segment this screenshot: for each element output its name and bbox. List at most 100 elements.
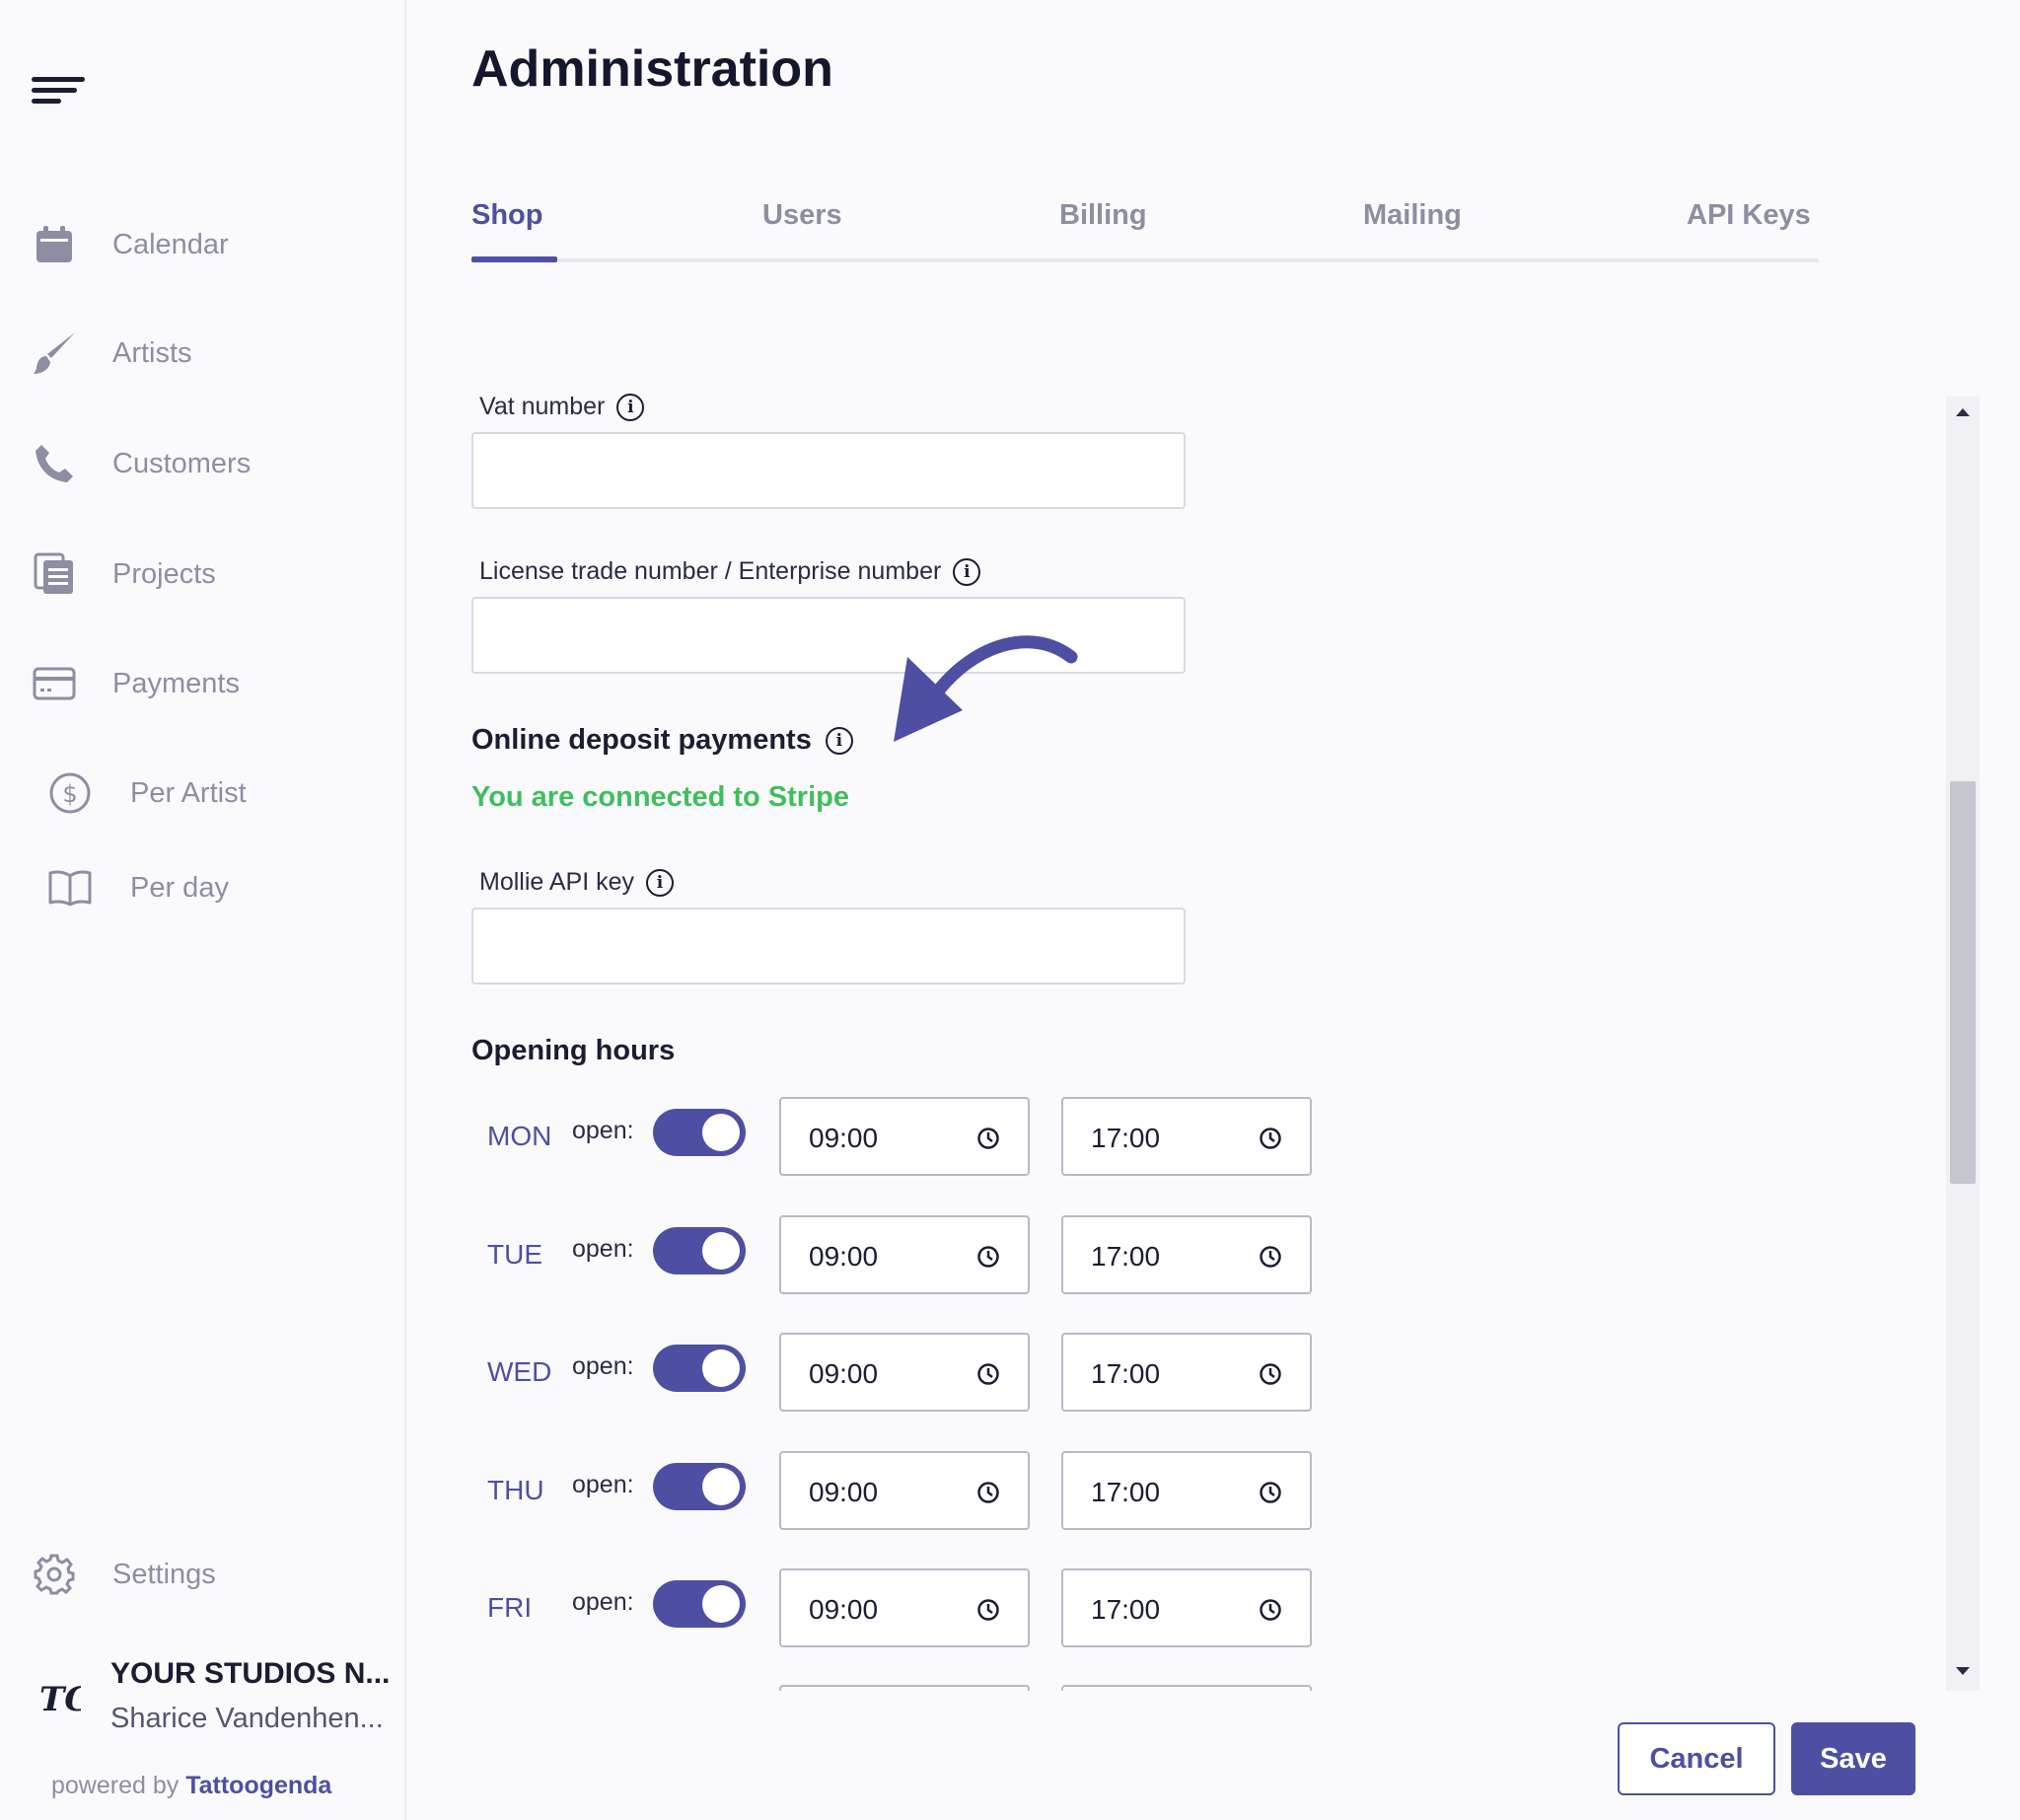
start-time-input[interactable]: 09:00 bbox=[779, 1451, 1030, 1530]
sidebar-item-label: Calendar bbox=[112, 228, 229, 260]
powered-by-brand[interactable]: Tattoogenda bbox=[185, 1772, 331, 1799]
open-toggle[interactable] bbox=[653, 1109, 746, 1156]
end-time-value: 17:00 bbox=[1091, 1594, 1161, 1625]
powered-by-prefix: powered by bbox=[51, 1772, 180, 1799]
open-toggle[interactable] bbox=[653, 1227, 746, 1274]
start-time-value: 09:00 bbox=[809, 1241, 879, 1272]
page-title: Administration bbox=[471, 40, 833, 98]
time-input-clipped bbox=[779, 1685, 1030, 1691]
sidebar-item-label: Artists bbox=[112, 336, 192, 369]
sidebar-item-per-artist[interactable]: $ Per Artist bbox=[47, 764, 247, 823]
sidebar-item-label: Customers bbox=[112, 447, 252, 479]
clock-icon[interactable] bbox=[1259, 1245, 1282, 1269]
tab-mailing[interactable]: Mailing bbox=[1363, 199, 1462, 232]
day-label: THU bbox=[487, 1475, 544, 1505]
tab-bar: Shop Users Billing Mailing API Keys bbox=[471, 187, 1819, 262]
clock-icon[interactable] bbox=[976, 1245, 1000, 1269]
stripe-status: You are connected to Stripe bbox=[471, 781, 849, 813]
scroll-up-arrow-icon[interactable] bbox=[1955, 406, 1971, 418]
open-toggle[interactable] bbox=[653, 1463, 746, 1510]
arrow-annotation-icon bbox=[894, 635, 1078, 742]
clock-icon[interactable] bbox=[1259, 1127, 1282, 1150]
sidebar-item-settings[interactable]: Settings bbox=[32, 1545, 216, 1604]
hamburger-menu-icon[interactable] bbox=[32, 77, 85, 107]
info-icon[interactable]: i bbox=[953, 557, 981, 586]
day-label: WED bbox=[487, 1356, 552, 1387]
phone-icon bbox=[32, 441, 77, 486]
clock-icon[interactable] bbox=[1259, 1598, 1282, 1622]
end-time-input[interactable]: 17:00 bbox=[1061, 1451, 1312, 1530]
mollie-api-key-label: Mollie API key i bbox=[479, 868, 675, 897]
day-label: FRI bbox=[487, 1592, 533, 1623]
end-time-value: 17:00 bbox=[1091, 1477, 1161, 1507]
end-time-value: 17:00 bbox=[1091, 1358, 1161, 1389]
info-icon[interactable]: i bbox=[616, 393, 645, 421]
sidebar-item-artists[interactable]: Artists bbox=[32, 324, 192, 383]
sidebar-item-label: Payments bbox=[112, 667, 240, 699]
mollie-api-key-input[interactable] bbox=[471, 908, 1186, 984]
end-time-input[interactable]: 17:00 bbox=[1061, 1568, 1312, 1647]
start-time-input[interactable]: 09:00 bbox=[779, 1333, 1030, 1412]
sidebar-item-label: Per Artist bbox=[130, 776, 247, 809]
scroll-down-arrow-icon[interactable] bbox=[1955, 1665, 1971, 1677]
open-toggle[interactable] bbox=[653, 1345, 746, 1392]
start-time-value: 09:00 bbox=[809, 1477, 879, 1507]
end-time-input[interactable]: 17:00 bbox=[1061, 1097, 1312, 1176]
open-label: open: bbox=[572, 1352, 634, 1380]
deposit-payments-title-text: Online deposit payments bbox=[471, 724, 812, 756]
hours-row-thu: THU open: 09:00 17:00 bbox=[471, 1451, 1320, 1530]
brush-icon bbox=[32, 330, 77, 376]
sidebar-item-per-day[interactable]: Per day bbox=[47, 858, 229, 917]
clock-icon[interactable] bbox=[976, 1362, 1000, 1386]
end-time-input[interactable]: 17:00 bbox=[1061, 1215, 1312, 1294]
dollar-circle-icon: $ bbox=[47, 770, 93, 816]
save-button[interactable]: Save bbox=[1791, 1722, 1915, 1795]
end-time-value: 17:00 bbox=[1091, 1241, 1161, 1272]
start-time-input[interactable]: 09:00 bbox=[779, 1215, 1030, 1294]
brand-logo: TG bbox=[37, 1667, 93, 1726]
day-label: TUE bbox=[487, 1239, 542, 1270]
open-label: open: bbox=[572, 1117, 634, 1144]
start-time-value: 09:00 bbox=[809, 1358, 879, 1389]
time-input-clipped bbox=[1061, 1685, 1312, 1691]
info-icon[interactable]: i bbox=[825, 726, 853, 755]
start-time-input[interactable]: 09:00 bbox=[779, 1097, 1030, 1176]
license-number-label-text: License trade number / Enterprise number bbox=[479, 557, 942, 585]
sidebar-item-label: Per day bbox=[130, 871, 229, 904]
hours-row-mon: MON open: 09:00 17:00 bbox=[471, 1097, 1320, 1176]
sidebar: Calendar Artists Customers Projects Paym… bbox=[0, 0, 406, 1820]
sidebar-item-customers[interactable]: Customers bbox=[32, 434, 251, 493]
studio-name[interactable]: YOUR STUDIOS N... bbox=[110, 1657, 397, 1691]
open-toggle[interactable] bbox=[653, 1580, 746, 1628]
vat-number-input[interactable] bbox=[471, 432, 1186, 509]
studio-user-name[interactable]: Sharice Vandenhen... bbox=[110, 1703, 401, 1735]
deposit-payments-title: Online deposit payments i bbox=[471, 724, 853, 757]
credit-card-icon bbox=[32, 661, 77, 706]
end-time-value: 17:00 bbox=[1091, 1123, 1161, 1153]
end-time-input[interactable]: 17:00 bbox=[1061, 1333, 1312, 1412]
tab-shop[interactable]: Shop bbox=[471, 199, 543, 232]
clock-icon[interactable] bbox=[1259, 1481, 1282, 1504]
clock-icon[interactable] bbox=[976, 1481, 1000, 1504]
sidebar-item-projects[interactable]: Projects bbox=[32, 545, 216, 604]
start-time-value: 09:00 bbox=[809, 1123, 879, 1153]
start-time-input[interactable]: 09:00 bbox=[779, 1568, 1030, 1647]
svg-text:$: $ bbox=[62, 780, 77, 808]
tab-api-keys[interactable]: API Keys bbox=[1687, 199, 1811, 232]
active-tab-indicator bbox=[471, 256, 557, 262]
gear-icon bbox=[32, 1552, 77, 1597]
book-icon bbox=[47, 865, 93, 910]
tab-billing[interactable]: Billing bbox=[1059, 199, 1147, 232]
sidebar-item-calendar[interactable]: Calendar bbox=[32, 215, 229, 274]
cancel-button[interactable]: Cancel bbox=[1618, 1722, 1775, 1795]
sidebar-item-payments[interactable]: Payments bbox=[32, 654, 240, 713]
clock-icon[interactable] bbox=[976, 1598, 1000, 1622]
open-label: open: bbox=[572, 1471, 634, 1498]
info-icon[interactable]: i bbox=[646, 868, 675, 897]
vat-number-label: Vat number i bbox=[479, 393, 645, 421]
clock-icon[interactable] bbox=[1259, 1362, 1282, 1386]
sidebar-item-label: Settings bbox=[112, 1558, 216, 1590]
tab-users[interactable]: Users bbox=[762, 199, 842, 232]
clock-icon[interactable] bbox=[976, 1127, 1000, 1150]
scrollbar-thumb[interactable] bbox=[1950, 781, 1976, 1184]
